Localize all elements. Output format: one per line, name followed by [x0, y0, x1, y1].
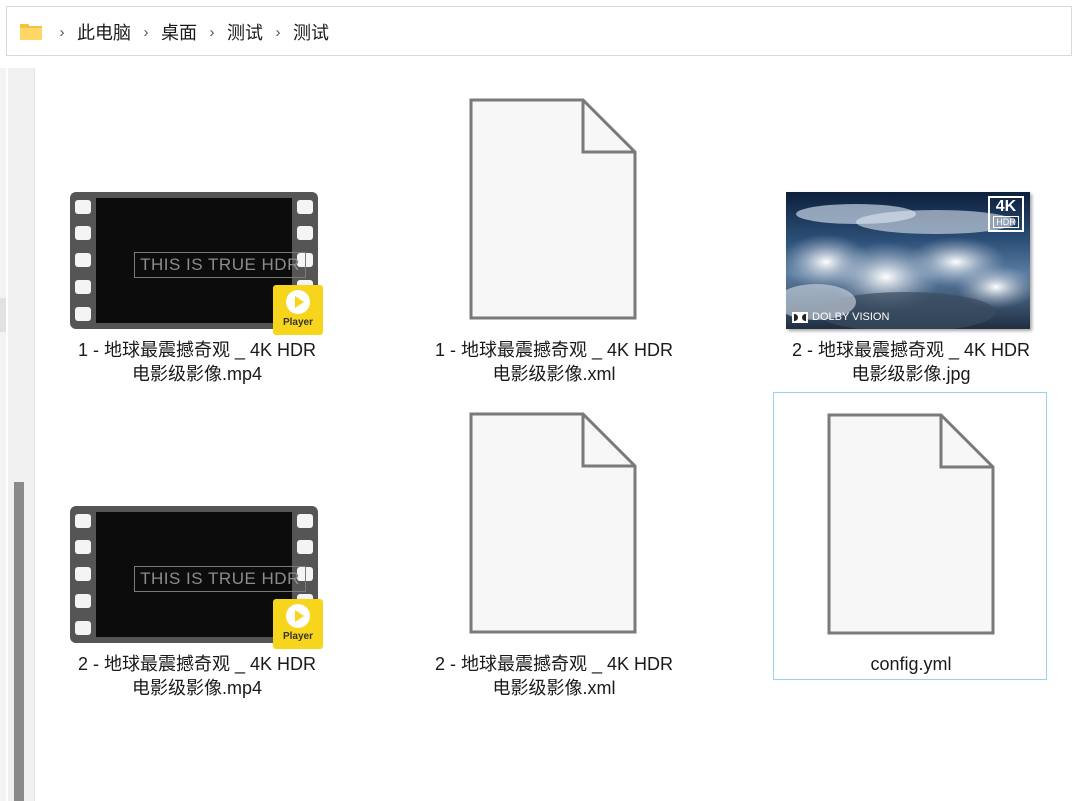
file-thumbnail [774, 409, 1048, 653]
document-icon [827, 413, 995, 635]
file-thumbnail [417, 94, 691, 338]
file-name: 2 - 地球最震撼奇观 _ 4K HDR 电影级影像.mp4 [60, 652, 334, 700]
dolby-icon [792, 311, 808, 323]
file-name: config.yml [774, 652, 1048, 676]
film-hole [75, 540, 91, 554]
badge-4k-text: 4K [995, 198, 1017, 215]
film-hole [75, 567, 91, 581]
play-icon [286, 290, 310, 314]
document-icon [469, 412, 637, 634]
file-name-line: 2 - 地球最震撼奇观 _ 4K HDR [791, 340, 1031, 360]
dolby-text: DOLBY VISION [812, 311, 890, 323]
player-badge-label: Player [282, 317, 314, 328]
breadcrumb-this-pc[interactable]: 此电脑 [75, 19, 133, 45]
file-item[interactable]: 1 - 地球最震撼奇观 _ 4K HDR 电影级影像.xml [417, 94, 691, 384]
breadcrumb: › 此电脑 › 桌面 › 测试 › 测试 [49, 7, 331, 57]
file-name: 2 - 地球最震撼奇观 _ 4K HDR 电影级影像.jpg [774, 338, 1048, 386]
file-name: 1 - 地球最震撼奇观 _ 4K HDR 电影级影像.mp4 [60, 338, 334, 386]
file-item[interactable]: 4K HDR DOLBY VISION 2 - 地球最震撼奇观 _ 4K HDR… [774, 94, 1048, 384]
film-hole [75, 307, 91, 321]
breadcrumb-desktop[interactable]: 桌面 [159, 19, 199, 45]
player-badge-label: Player [282, 631, 314, 642]
file-thumbnail: 4K HDR DOLBY VISION [774, 94, 1048, 338]
file-name-line: 2 - 地球最震撼奇观 _ 4K HDR [77, 654, 317, 674]
chevron-right-icon[interactable]: › [199, 24, 225, 41]
pane-resize-handle[interactable] [0, 298, 6, 332]
file-name-line: 1 - 地球最震撼奇观 _ 4K HDR [77, 340, 317, 360]
file-name: 1 - 地球最震撼奇观 _ 4K HDR 电影级影像.xml [417, 338, 691, 386]
file-name-line: 电影级影像.xml [492, 678, 616, 698]
thumbnail-text: THIS IS TRUE HDR [134, 252, 306, 278]
film-hole [297, 200, 313, 214]
film-hole [75, 253, 91, 267]
file-thumbnail: THIS IS TRUE HDR Player [60, 94, 334, 338]
pane-divider [34, 68, 35, 801]
4k-hdr-badge: 4K HDR [988, 196, 1024, 232]
film-hole [75, 226, 91, 240]
file-item-selected[interactable]: config.yml [773, 392, 1047, 680]
file-name-line: 电影级影像.jpg [851, 364, 971, 384]
film-hole [75, 514, 91, 528]
file-name-line: 2 - 地球最震撼奇观 _ 4K HDR [434, 654, 674, 674]
file-name-line: 电影级影像.xml [492, 364, 616, 384]
breadcrumb-test-current[interactable]: 测试 [291, 19, 331, 45]
file-name-line: config.yml [870, 654, 952, 674]
chevron-right-icon[interactable]: › [265, 24, 291, 41]
navigation-pane-edge [0, 68, 6, 801]
image-thumbnail: 4K HDR DOLBY VISION [786, 192, 1030, 329]
dolby-vision-logo: DOLBY VISION [792, 311, 889, 323]
thumbnail-text: THIS IS TRUE HDR [134, 566, 306, 592]
scrollbar-thumb[interactable] [14, 482, 24, 801]
film-hole [75, 594, 91, 608]
film-hole [297, 514, 313, 528]
film-hole [75, 621, 91, 635]
file-item[interactable]: 2 - 地球最震撼奇观 _ 4K HDR 电影级影像.xml [417, 408, 691, 698]
address-bar[interactable]: › 此电脑 › 桌面 › 测试 › 测试 [6, 6, 1072, 56]
file-name-line: 1 - 地球最震撼奇观 _ 4K HDR [434, 340, 674, 360]
folder-icon [20, 24, 42, 40]
player-badge: Player [273, 285, 323, 335]
file-item[interactable]: THIS IS TRUE HDR Player 1 - 地球最震撼奇观 _ 4K… [60, 94, 334, 384]
chevron-right-icon[interactable]: › [133, 24, 159, 41]
breadcrumb-test[interactable]: 测试 [225, 19, 265, 45]
video-frame: THIS IS TRUE HDR [96, 198, 306, 323]
film-hole [75, 200, 91, 214]
film-hole [75, 280, 91, 294]
chevron-right-icon[interactable]: › [49, 24, 75, 41]
file-thumbnail: THIS IS TRUE HDR Player [60, 408, 334, 652]
film-hole [297, 226, 313, 240]
file-item[interactable]: THIS IS TRUE HDR Player 2 - 地球最震撼奇观 _ 4K… [60, 408, 334, 698]
film-hole [297, 540, 313, 554]
file-name-line: 电影级影像.mp4 [131, 678, 263, 698]
file-name-line: 电影级影像.mp4 [131, 364, 263, 384]
file-name: 2 - 地球最震撼奇观 _ 4K HDR 电影级影像.xml [417, 652, 691, 700]
play-icon [286, 604, 310, 628]
file-thumbnail [417, 408, 691, 652]
video-frame: THIS IS TRUE HDR [96, 512, 306, 637]
badge-hdr-text: HDR [993, 216, 1019, 228]
player-badge: Player [273, 599, 323, 649]
document-icon [469, 98, 637, 320]
